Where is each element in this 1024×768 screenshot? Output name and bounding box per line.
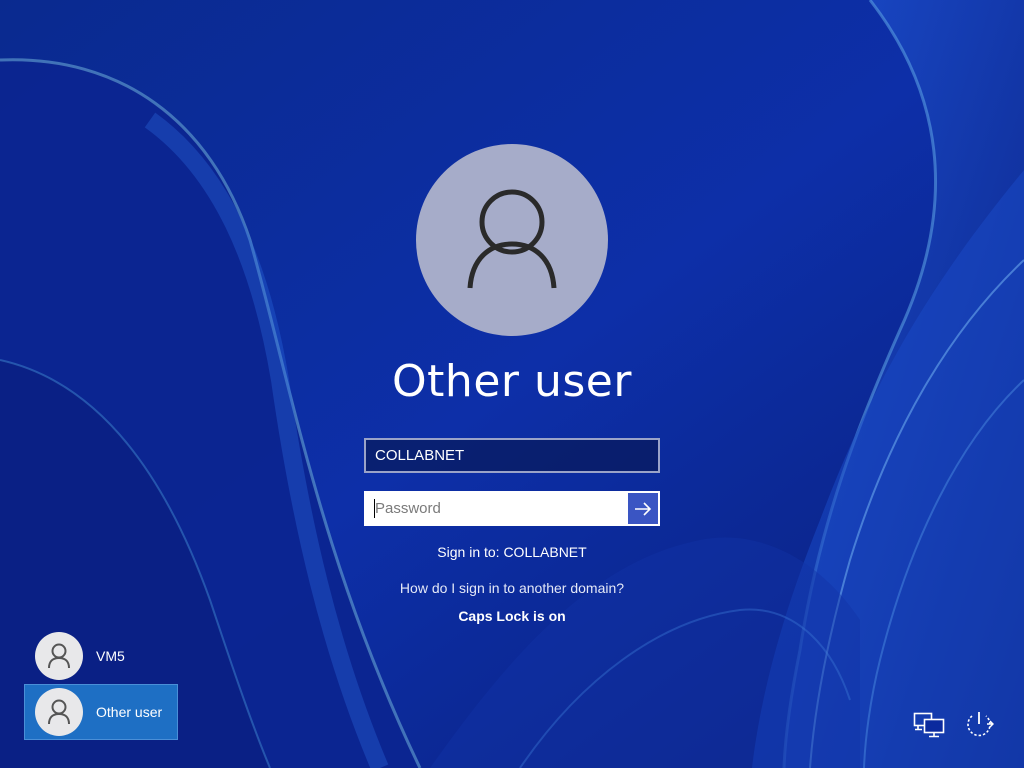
- display-name: Other user: [392, 356, 632, 407]
- caps-lock-notice: Caps Lock is on: [458, 608, 566, 624]
- network-icon: [913, 712, 945, 738]
- user-avatar-large: [416, 144, 608, 336]
- network-button[interactable]: [912, 710, 946, 740]
- system-tray: [912, 710, 996, 740]
- user-list-item-label: Other user: [96, 704, 163, 720]
- arrow-right-icon: [635, 501, 652, 516]
- user-avatar-icon: [467, 189, 557, 289]
- power-icon: [967, 712, 994, 737]
- user-list-item-vm5[interactable]: VM5: [24, 628, 178, 684]
- sign-in-to-label: Sign in to: COLLABNET: [437, 544, 587, 560]
- password-row: [364, 491, 660, 526]
- text-caret: [374, 499, 375, 518]
- submit-button[interactable]: [626, 491, 660, 526]
- other-domain-link[interactable]: How do I sign in to another domain?: [312, 579, 712, 597]
- user-list-item-label: VM5: [96, 648, 125, 664]
- user-list-item-other-user[interactable]: Other user: [24, 684, 178, 740]
- user-avatar-icon: [35, 632, 83, 680]
- power-button[interactable]: [962, 710, 996, 740]
- password-input[interactable]: [364, 491, 626, 526]
- domain-field[interactable]: COLLABNET: [364, 438, 660, 473]
- user-avatar-icon: [35, 688, 83, 736]
